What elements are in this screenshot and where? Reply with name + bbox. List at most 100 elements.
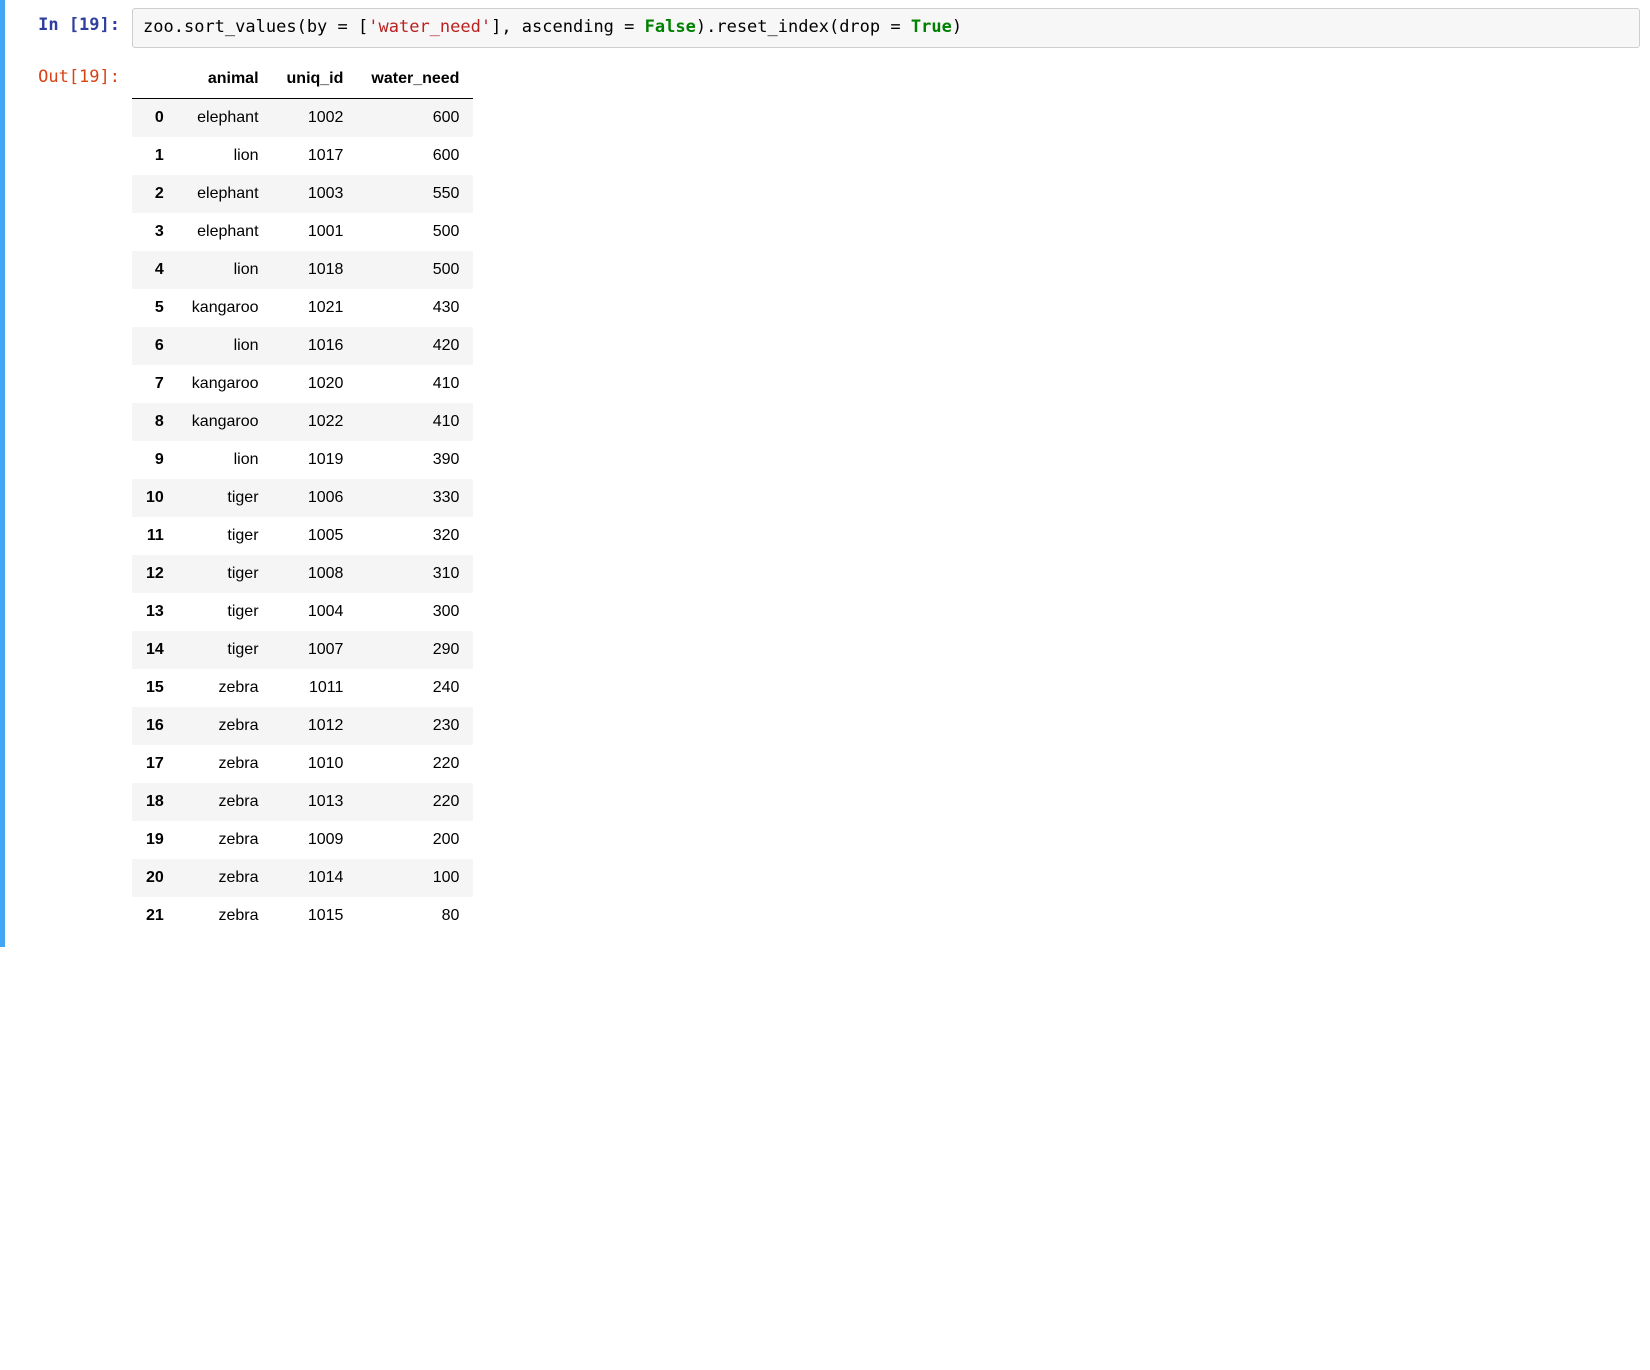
cell-uniq-id: 1004	[273, 593, 358, 631]
cell-uniq-id: 1021	[273, 289, 358, 327]
cell-animal: tiger	[178, 631, 273, 669]
code-token: zoo	[143, 17, 174, 37]
code-token: drop	[839, 17, 890, 37]
code-token: ], ascending	[491, 17, 624, 37]
column-header: uniq_id	[273, 60, 358, 99]
cell-water-need: 290	[357, 631, 473, 669]
table-row: 17zebra1010220	[132, 745, 473, 783]
cell-water-need: 220	[357, 745, 473, 783]
notebook-cell: In [19]: zoo.sort_values(by = ['water_ne…	[0, 0, 1650, 947]
column-header: animal	[178, 60, 273, 99]
cell-water-need: 100	[357, 859, 473, 897]
cell-uniq-id: 1010	[273, 745, 358, 783]
cell-water-need: 550	[357, 175, 473, 213]
row-index: 7	[132, 365, 178, 403]
code-token: 'water_need'	[368, 17, 491, 37]
cell-water-need: 300	[357, 593, 473, 631]
table-row: 10tiger1006330	[132, 479, 473, 517]
row-index: 17	[132, 745, 178, 783]
code-token: sort_values	[184, 17, 297, 37]
code-token: )	[696, 17, 706, 37]
code-input[interactable]: zoo.sort_values(by = ['water_need'], asc…	[132, 8, 1640, 48]
code-token: by	[307, 17, 338, 37]
cell-uniq-id: 1005	[273, 517, 358, 555]
table-row: 11tiger1005320	[132, 517, 473, 555]
table-row: 18zebra1013220	[132, 783, 473, 821]
cell-water-need: 600	[357, 137, 473, 175]
table-body: 0elephant10026001lion10176002elephant100…	[132, 98, 473, 935]
column-header: water_need	[357, 60, 473, 99]
cell-animal: elephant	[178, 175, 273, 213]
code-token: (	[297, 17, 307, 37]
cell-animal: elephant	[178, 98, 273, 137]
table-row: 20zebra1014100	[132, 859, 473, 897]
row-index: 12	[132, 555, 178, 593]
row-index: 6	[132, 327, 178, 365]
row-index: 13	[132, 593, 178, 631]
cell-animal: kangaroo	[178, 365, 273, 403]
input-prompt: In [19]:	[5, 8, 132, 35]
output-area: animal uniq_id water_need 0elephant10026…	[132, 60, 1650, 935]
table-row: 1lion1017600	[132, 137, 473, 175]
cell-water-need: 320	[357, 517, 473, 555]
cell-uniq-id: 1020	[273, 365, 358, 403]
code-token: .	[174, 17, 184, 37]
table-row: 8kangaroo1022410	[132, 403, 473, 441]
code-token: =	[624, 17, 634, 37]
cell-uniq-id: 1006	[273, 479, 358, 517]
cell-animal: zebra	[178, 707, 273, 745]
cell-animal: lion	[178, 327, 273, 365]
row-index: 9	[132, 441, 178, 479]
cell-uniq-id: 1014	[273, 859, 358, 897]
code-token	[901, 17, 911, 37]
table-row: 15zebra1011240	[132, 669, 473, 707]
code-token: True	[911, 17, 952, 37]
row-index: 3	[132, 213, 178, 251]
cell-animal: zebra	[178, 897, 273, 935]
cell-water-need: 230	[357, 707, 473, 745]
cell-animal: tiger	[178, 555, 273, 593]
cell-uniq-id: 1018	[273, 251, 358, 289]
cell-uniq-id: 1016	[273, 327, 358, 365]
row-index: 14	[132, 631, 178, 669]
cell-uniq-id: 1017	[273, 137, 358, 175]
table-row: 9lion1019390	[132, 441, 473, 479]
table-row: 7kangaroo1020410	[132, 365, 473, 403]
row-index: 19	[132, 821, 178, 859]
row-index: 5	[132, 289, 178, 327]
code-token: =	[338, 17, 348, 37]
cell-uniq-id: 1011	[273, 669, 358, 707]
cell-uniq-id: 1007	[273, 631, 358, 669]
cell-animal: kangaroo	[178, 403, 273, 441]
cell-water-need: 500	[357, 213, 473, 251]
cell-uniq-id: 1003	[273, 175, 358, 213]
cell-uniq-id: 1013	[273, 783, 358, 821]
table-row: 19zebra1009200	[132, 821, 473, 859]
row-index: 4	[132, 251, 178, 289]
row-index: 21	[132, 897, 178, 935]
dataframe-table: animal uniq_id water_need 0elephant10026…	[132, 60, 473, 935]
cell-uniq-id: 1012	[273, 707, 358, 745]
cell-animal: zebra	[178, 669, 273, 707]
table-row: 3elephant1001500	[132, 213, 473, 251]
code-token: reset_index	[716, 17, 829, 37]
table-row: 13tiger1004300	[132, 593, 473, 631]
cell-animal: tiger	[178, 593, 273, 631]
table-row: 5kangaroo1021430	[132, 289, 473, 327]
row-index: 2	[132, 175, 178, 213]
cell-uniq-id: 1019	[273, 441, 358, 479]
cell-animal: tiger	[178, 517, 273, 555]
row-index: 18	[132, 783, 178, 821]
cell-animal: lion	[178, 137, 273, 175]
row-index: 11	[132, 517, 178, 555]
cell-animal: elephant	[178, 213, 273, 251]
table-row: 6lion1016420	[132, 327, 473, 365]
cell-animal: kangaroo	[178, 289, 273, 327]
cell-water-need: 240	[357, 669, 473, 707]
table-row: 12tiger1008310	[132, 555, 473, 593]
table-header: animal uniq_id water_need	[132, 60, 473, 99]
index-header	[132, 60, 178, 99]
cell-uniq-id: 1008	[273, 555, 358, 593]
cell-uniq-id: 1015	[273, 897, 358, 935]
cell-animal: lion	[178, 251, 273, 289]
